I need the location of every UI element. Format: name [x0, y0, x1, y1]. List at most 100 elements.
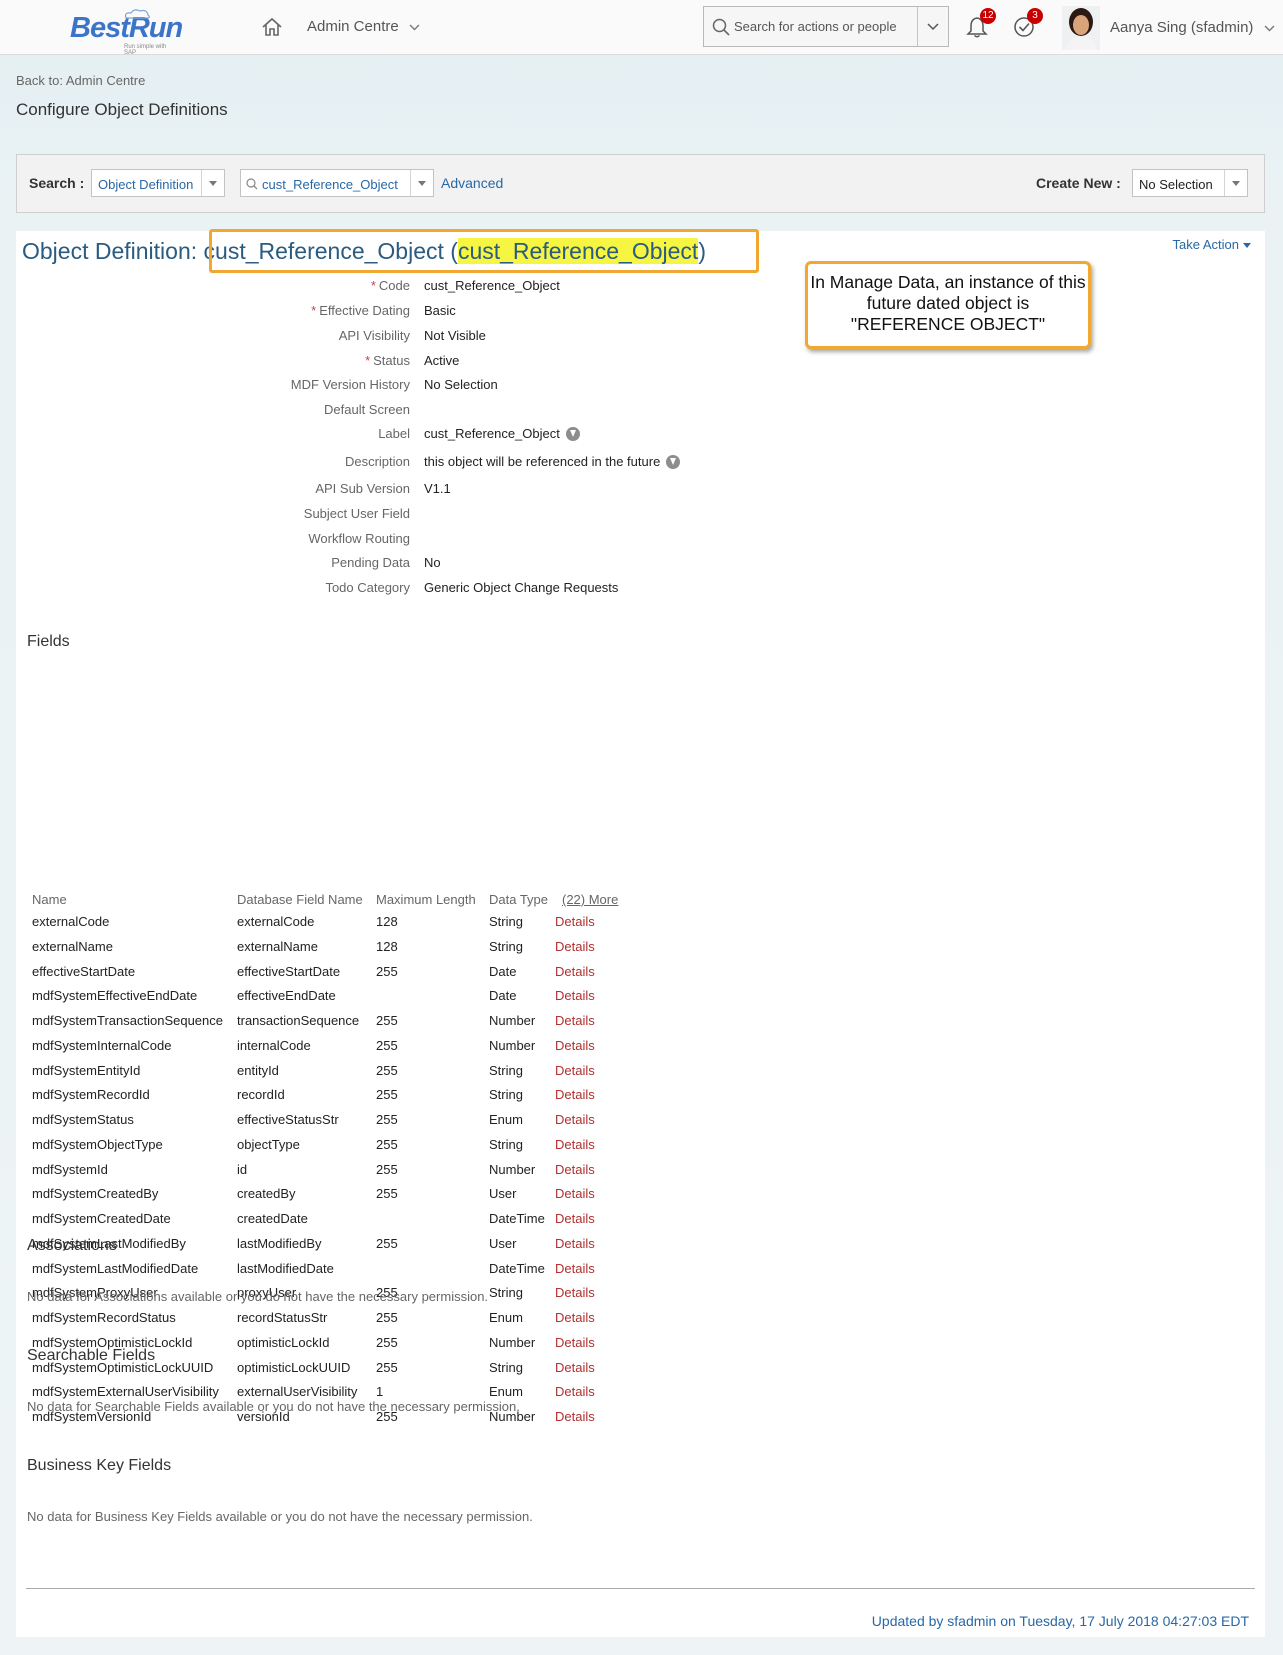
details-link[interactable]: Details — [555, 1186, 595, 1201]
notifications-button[interactable]: 12 — [966, 8, 996, 43]
table-row: externalCode externalCode 128 String Details — [16, 914, 716, 938]
data-type-cell: User — [489, 1235, 517, 1251]
object-type-select[interactable]: Object Definition — [91, 169, 225, 197]
details-link[interactable]: Details — [555, 1063, 595, 1078]
searchable-fields-empty: No data for Searchable Fields available … — [27, 1399, 520, 1414]
details-link[interactable]: Details — [555, 1038, 595, 1053]
data-type-cell: User — [489, 1186, 517, 1202]
details-link[interactable]: Details — [555, 939, 595, 954]
property-label: API Visibility — [339, 328, 410, 343]
table-row: mdfSystemEffectiveEndDate effectiveEndDat… — [16, 988, 716, 1012]
advanced-search-link[interactable]: Advanced — [441, 175, 503, 191]
db-field-name-cell: effectiveEndDate — [237, 988, 336, 1004]
property-row: MDF Version History No Selection — [16, 377, 716, 399]
table-row: mdfSystemStatus effectiveStatusStr 255 Enum… — [16, 1112, 716, 1136]
max-length-cell: 255 — [376, 1310, 398, 1325]
property-label-text: Description — [344, 454, 410, 469]
db-field-name-cell: createdDate — [237, 1211, 308, 1226]
field-name-cell: mdfSystemCreatedDate — [32, 1211, 171, 1226]
search-scope-dropdown[interactable] — [917, 7, 948, 46]
data-type-cell: Number — [489, 1037, 536, 1053]
property-value: cust_Reference_Object — [424, 426, 580, 442]
details-link[interactable]: Details — [555, 914, 595, 929]
take-action-button[interactable]: Take Action — [1173, 237, 1252, 252]
property-label-text: API Sub Version — [315, 481, 410, 496]
data-type-cell: Number — [489, 1334, 536, 1350]
details-link[interactable]: Details — [555, 988, 595, 1003]
property-label: * Code — [371, 278, 410, 293]
details-link[interactable]: Details — [555, 1112, 595, 1127]
chevron-down-icon — [410, 170, 433, 196]
property-label: Default Screen — [324, 402, 410, 417]
column-header-db-field: Database Field Name — [237, 892, 363, 907]
user-avatar[interactable] — [1062, 6, 1100, 50]
db-field-name-cell: internalCode — [237, 1037, 311, 1053]
updated-info: Updated by sfadmin on Tuesday, 17 July 2… — [871, 1613, 1249, 1629]
field-name-cell: mdfSystemCreatedBy — [32, 1186, 159, 1202]
chevron-down-icon — [1224, 170, 1247, 196]
details-link[interactable]: Details — [555, 1261, 595, 1276]
field-name-cell: mdfSystemRecordStatus — [32, 1310, 176, 1325]
bestrun-logo[interactable]: BestRun Run simple with SAP — [70, 9, 183, 56]
property-value-text: Active — [424, 353, 460, 368]
details-link[interactable]: Details — [555, 1384, 595, 1399]
details-link[interactable]: Details — [555, 1236, 595, 1251]
max-length-cell: 1 — [376, 1384, 384, 1400]
cloud-icon — [124, 9, 151, 19]
create-new-label: Create New : — [1036, 175, 1121, 191]
approvals-button[interactable]: 3 — [1013, 8, 1043, 43]
property-row: * Status Active — [16, 353, 716, 375]
object-search-input[interactable]: cust_Reference_Object — [240, 169, 434, 197]
property-value-text: Basic — [424, 303, 456, 318]
data-type-cell: Number — [489, 1013, 536, 1028]
details-link[interactable]: Details — [555, 1335, 595, 1350]
table-row: mdfSystemRecordStatus recordStatusStr 255 E… — [16, 1310, 716, 1334]
data-type-cell: String — [489, 1136, 523, 1152]
db-field-name-cell: objectType — [237, 1136, 300, 1152]
details-link[interactable]: Details — [555, 1285, 595, 1300]
details-link[interactable]: Details — [555, 1409, 595, 1424]
field-name-cell: mdfSystemInternalCode — [32, 1037, 172, 1053]
home-icon[interactable] — [261, 16, 283, 38]
details-link[interactable]: Details — [555, 1137, 595, 1152]
data-type-cell: String — [489, 1087, 523, 1103]
field-name-cell: effectiveStartDate — [32, 963, 136, 979]
fields-section-title: Fields — [27, 633, 70, 650]
translate-icon[interactable] — [666, 454, 681, 469]
data-type-cell: Enum — [489, 1112, 523, 1127]
chevron-down-icon — [927, 23, 939, 31]
field-name-cell: externalCode — [32, 914, 110, 929]
user-menu[interactable]: Aanya Sing (sfadmin) — [1110, 19, 1275, 36]
table-row: effectiveStartDate effectiveStartDate 255 D… — [16, 964, 716, 988]
property-value-text: this object will be referenced in the fu… — [424, 454, 661, 469]
field-name-cell: mdfSystemTransactionSequence — [32, 1013, 224, 1028]
global-search[interactable]: Search for actions or people — [703, 6, 949, 47]
create-new-select[interactable]: No Selection — [1132, 169, 1248, 197]
search-input[interactable]: Search for actions or people — [734, 19, 897, 34]
admin-centre-menu[interactable]: Admin Centre — [307, 18, 420, 35]
db-field-name-cell: id — [237, 1161, 248, 1177]
details-link[interactable]: Details — [555, 1087, 595, 1102]
details-link[interactable]: Details — [555, 964, 595, 979]
details-link[interactable]: Details — [555, 1013, 595, 1028]
title-prefix: Object Definition: — [22, 238, 204, 264]
back-link[interactable]: Back to: Admin Centre — [16, 73, 145, 88]
data-type-cell: DateTime — [489, 1260, 545, 1276]
table-row: mdfSystemRecordId recordId 255 String Detail… — [16, 1087, 716, 1111]
details-link[interactable]: Details — [555, 1360, 595, 1375]
details-link[interactable]: Details — [555, 1310, 595, 1325]
property-value-text: cust_Reference_Object — [424, 278, 560, 293]
user-name: Aanya Sing (sfadmin) — [1110, 19, 1254, 36]
details-link[interactable]: Details — [555, 1211, 595, 1226]
footer-divider — [26, 1588, 1255, 1589]
annotation-callout: In Manage Data, an instance of this futu… — [805, 261, 1091, 349]
db-field-name-cell: transactionSequence — [237, 1013, 360, 1028]
property-label-text: Status — [373, 353, 410, 368]
max-length-cell: 255 — [376, 1013, 398, 1028]
object-type-value: Object Definition — [98, 177, 194, 192]
translate-icon[interactable] — [565, 426, 580, 441]
details-link[interactable]: Details — [555, 1162, 595, 1177]
property-label: Subject User Field — [304, 506, 410, 521]
more-columns-link[interactable]: (22) More — [562, 892, 618, 907]
property-label: Pending Data — [331, 555, 410, 570]
